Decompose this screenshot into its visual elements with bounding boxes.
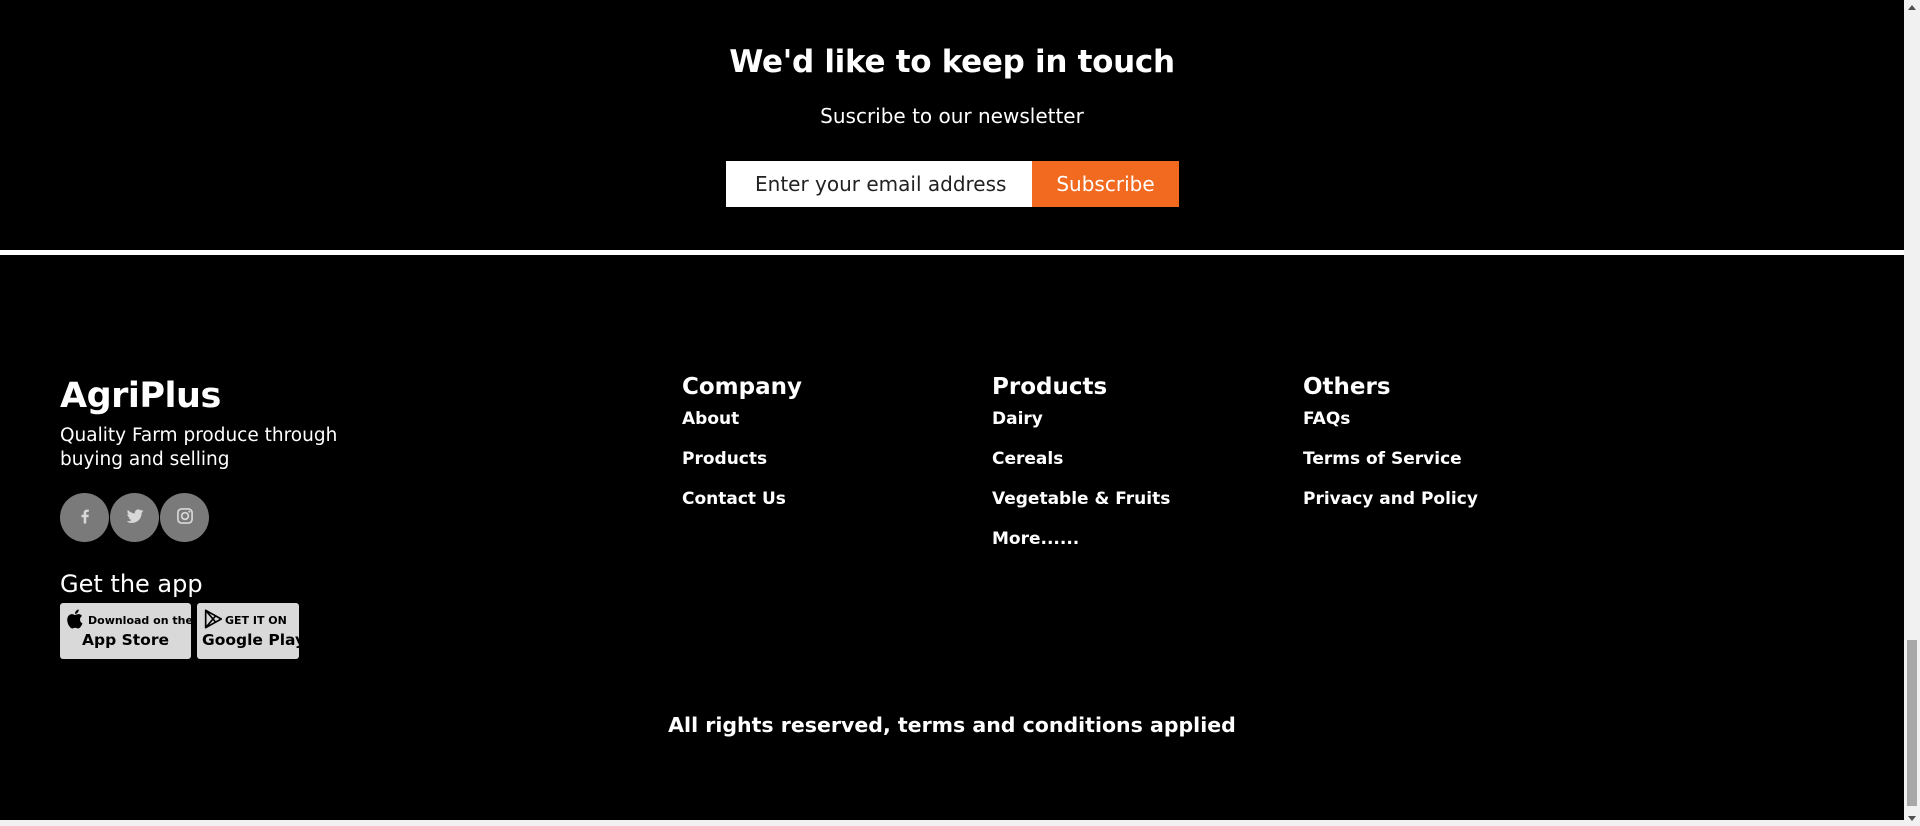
copyright-text: All rights reserved, terms and condition… [668, 713, 1236, 737]
facebook-icon [75, 506, 95, 530]
app-store-bottom-text: App Store [82, 631, 169, 649]
footer-link-cereals[interactable]: Cereals [992, 444, 1170, 474]
footer-link-faqs[interactable]: FAQs [1303, 404, 1478, 434]
newsletter-form: Subscribe [726, 161, 1179, 207]
email-input[interactable] [726, 161, 1032, 207]
play-icon [202, 607, 224, 634]
get-app-label: Get the app [60, 570, 203, 598]
footer-link-about[interactable]: About [682, 404, 802, 434]
google-play-top-text: GET IT ON [225, 613, 287, 627]
app-store-top-text: Download on the [88, 613, 193, 627]
social-links [60, 493, 209, 542]
page: We'd like to keep in touch Suscribe to o… [0, 0, 1904, 826]
google-play-bottom-text: Google Play [202, 631, 306, 649]
horizontal-scrollbar[interactable] [0, 820, 1904, 826]
footer-link-contact-us[interactable]: Contact Us [682, 484, 802, 514]
newsletter-subtitle: Suscribe to our newsletter [820, 104, 1084, 128]
column-title: Others [1303, 374, 1391, 400]
footer-column-products: Products Dairy Cereals Vegetable & Fruit… [992, 374, 1170, 554]
footer-column-others: Others FAQs Terms of Service Privacy and… [1303, 374, 1478, 514]
footer-link-more[interactable]: More...... [992, 524, 1170, 554]
brand-name: AgriPlus [60, 376, 221, 416]
brand-tagline: Quality Farm produce through buying and … [60, 425, 338, 470]
footer-link-products[interactable]: Products [682, 444, 802, 474]
footer-link-vegetable-fruits[interactable]: Vegetable & Fruits [992, 484, 1170, 514]
app-store-button[interactable]: Download on the App Store [60, 603, 193, 659]
footer-link-terms[interactable]: Terms of Service [1303, 444, 1478, 474]
instagram-icon [175, 506, 195, 530]
newsletter-section: We'd like to keep in touch Suscribe to o… [0, 0, 1904, 250]
scrollbar-thumb[interactable] [1907, 640, 1917, 806]
newsletter-title: We'd like to keep in touch [729, 44, 1175, 80]
subscribe-button[interactable]: Subscribe [1032, 161, 1179, 207]
vertical-scrollbar[interactable] [1904, 0, 1920, 826]
apple-icon [65, 607, 87, 634]
column-title: Products [992, 374, 1108, 400]
footer-link-dairy[interactable]: Dairy [992, 404, 1170, 434]
brand-block: AgriPlus Quality Farm produce through bu… [60, 376, 380, 472]
footer-link-privacy[interactable]: Privacy and Policy [1303, 484, 1478, 514]
facebook-button[interactable] [60, 493, 109, 542]
section-divider [0, 250, 1904, 255]
column-title: Company [682, 374, 802, 400]
scroll-up-icon[interactable] [1908, 5, 1916, 10]
instagram-button[interactable] [160, 493, 209, 542]
footer-column-company: Company About Products Contact Us [682, 374, 802, 514]
twitter-button[interactable] [110, 493, 159, 542]
twitter-icon [125, 506, 145, 530]
google-play-button[interactable]: GET IT ON Google Play [197, 603, 306, 659]
scroll-down-icon[interactable] [1908, 816, 1916, 821]
app-store-badges: Download on the App Store GET IT ON Goog… [60, 603, 306, 659]
